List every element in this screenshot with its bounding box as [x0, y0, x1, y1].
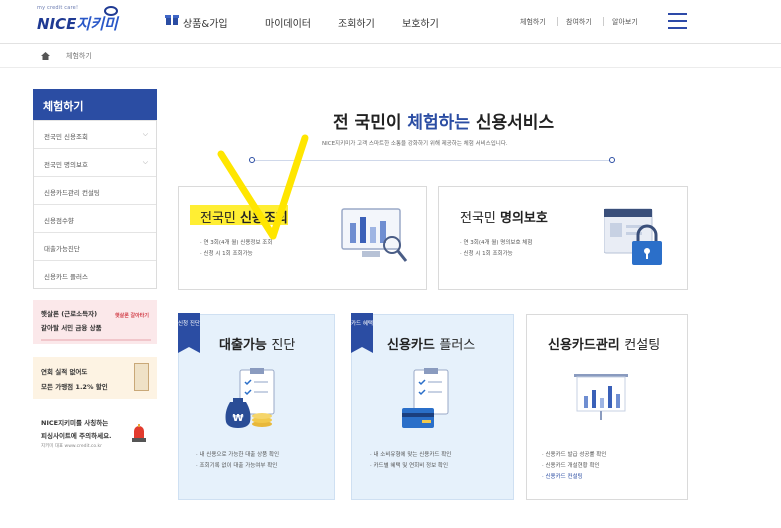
money-bag-checklist-icon: ₩ — [225, 368, 275, 428]
banner-logo: 햇살론 갈아타기 — [115, 313, 149, 319]
top-header: my credit care! NICE지키미 상품&가입 마이데이터 조회하기… — [0, 0, 781, 44]
util-experience[interactable]: 체험하기 — [520, 17, 546, 27]
card-identity-protect-title: 전국민 명의보호 — [460, 211, 548, 226]
card-loan-check-bullets: · 내 신용으로 가능한 대출 상품 확인 · 조회기록 없이 대출 가능여부 … — [196, 452, 280, 469]
page-title: 전 국민이 체험하는 신용서비스 — [333, 113, 555, 133]
ribbon-badge: 신청 진단 — [178, 313, 200, 353]
sidebar-menu: 전국민 신용조회 ⌵ 전국민 명의보호 ⌵ 신용카드관리 컨설팅 신용점수향 대출가… — [33, 120, 157, 289]
svg-text:₩: ₩ — [232, 413, 243, 424]
sidebar-item-loan-check[interactable]: 대출가능진단 — [34, 232, 156, 260]
nav-protect[interactable]: 보호하기 — [402, 15, 439, 30]
page-subtitle: NICE지키미가 고객 스마트한 소통을 강화하기 위해 제공하는 체험 서비스… — [322, 141, 508, 147]
sidebar-item-credit-check[interactable]: 전국민 신용조회 ⌵ — [34, 120, 156, 148]
breadcrumb: 체험하기 — [0, 44, 781, 68]
ribbon-badge: 카드 혜택 — [351, 313, 373, 353]
presentation-board-icon — [574, 374, 628, 420]
chevron-down-icon: ⌵ — [142, 130, 148, 138]
banner-sunshine-loan[interactable]: 햇살론 (근로소득자) 갈아탈 서민 금융 상품 햇살론 갈아타기 — [33, 300, 157, 344]
gift-box-icon — [165, 15, 179, 25]
sidebar-item-card-plus[interactable]: 신용카드 플러스 — [34, 260, 156, 288]
credit-card-checklist-icon — [402, 368, 449, 428]
breadcrumb-current[interactable]: 체험하기 — [66, 51, 92, 61]
card-card-plus-title: 신용카드 플러스 — [387, 338, 476, 353]
sidebar-title: 체험하기 — [33, 89, 157, 120]
banner-card-discount[interactable]: 연회 실적 없어도 모든 가맹점 1.2% 할인 — [33, 357, 157, 399]
card-card-consult-title: 신용카드관리 컨설팅 — [548, 338, 661, 353]
card-identity-protect-bullets: · 연 3회(4개 월) 명의보호 체험 · 신청 시 1회 조회가능 — [460, 240, 533, 257]
banner-phishing-warning[interactable]: NICE지키미를 사칭하는 피싱사이트에 주의하세요. 지키미 대표 www.c… — [33, 412, 157, 454]
nav-mydata[interactable]: 마이데이터 — [265, 15, 311, 30]
annotation-arrow-icon — [217, 134, 309, 240]
home-icon[interactable] — [41, 52, 50, 60]
id-card-lock-icon — [604, 208, 662, 265]
menu-hamburger-icon[interactable] — [668, 13, 687, 29]
card-card-plus-bullets: · 내 소비유형에 맞는 신용카드 확인 · 카드별 혜택 및 연회비 정보 확… — [370, 452, 452, 469]
sidebar-item-credit-score[interactable]: 신용점수향 — [34, 204, 156, 232]
util-divider — [557, 17, 558, 26]
nav-products[interactable]: 상품&가입 — [183, 15, 228, 30]
siren-icon — [132, 424, 146, 442]
util-divider — [603, 17, 604, 26]
monitor-chart-icon — [341, 208, 408, 262]
logo-tagline: my credit care! — [37, 5, 79, 11]
sidebar-item-identity-protect[interactable]: 전국민 명의보호 ⌵ — [34, 148, 156, 176]
card-loan-check-title: 대출가능 진단 — [219, 338, 296, 353]
coupon-icon — [134, 363, 149, 391]
logo-wordmark: NICE지키미 — [37, 15, 118, 33]
banner-fineprint — [41, 339, 151, 341]
util-learn[interactable]: 알아보기 — [612, 17, 638, 27]
util-participate[interactable]: 참여하기 — [566, 17, 592, 27]
chevron-down-icon: ⌵ — [142, 158, 148, 166]
nav-inquiry[interactable]: 조회하기 — [338, 15, 375, 30]
divider-dot — [609, 157, 615, 163]
sidebar-item-card-consult[interactable]: 신용카드관리 컨설팅 — [34, 176, 156, 204]
card-card-consult-bullets: · 신용카드 발급 성공률 확인 · 신용카드 개설현황 확인 · 신용카드 컨… — [542, 452, 607, 480]
logo[interactable]: my credit care! NICE지키미 — [37, 5, 118, 35]
logo-face-icon — [104, 6, 118, 16]
